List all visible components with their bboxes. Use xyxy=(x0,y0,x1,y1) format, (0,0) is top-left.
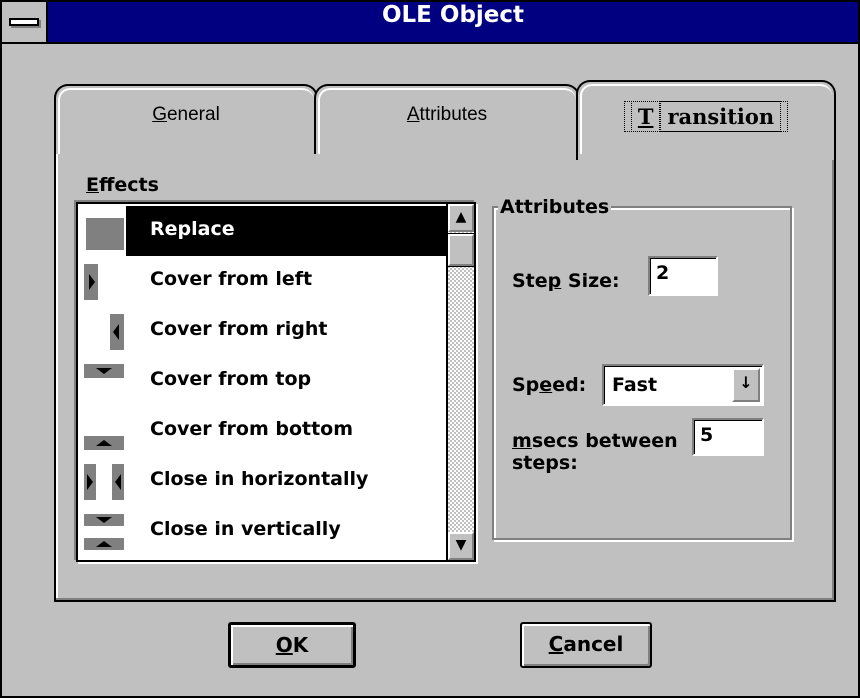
arrow-up-icon: ▲ xyxy=(455,209,467,225)
tab-attributes[interactable]: Attributes xyxy=(314,84,580,156)
attributes-group-title: Attributes xyxy=(498,196,612,218)
list-item[interactable]: Close in vertically xyxy=(78,506,448,556)
cover-left-icon xyxy=(84,264,124,300)
list-item[interactable]: Cover from left xyxy=(78,256,448,306)
step-size-label: Step Size: xyxy=(512,270,620,292)
scroll-thumb[interactable] xyxy=(447,233,475,267)
system-menu-icon xyxy=(9,18,39,26)
close-vertical-icon xyxy=(84,514,124,550)
ok-button[interactable]: OK xyxy=(228,622,356,668)
msecs-field[interactable]: 5 xyxy=(692,418,764,456)
title-bar: OLE Object xyxy=(2,2,858,44)
tab-transition[interactable]: Transition xyxy=(576,80,836,160)
speed-label: Speed: xyxy=(512,374,587,396)
list-item[interactable]: Replace xyxy=(126,206,448,256)
replace-icon xyxy=(84,216,124,250)
cover-top-icon xyxy=(84,364,124,400)
arrow-down-icon: ▼ xyxy=(455,537,467,553)
effects-label: Effects xyxy=(86,174,159,196)
effects-scrollbar[interactable]: ▲ ▼ xyxy=(446,204,475,560)
cover-right-icon xyxy=(84,314,124,350)
active-tab-gap xyxy=(580,154,834,160)
window-title: OLE Object xyxy=(381,2,525,28)
system-menu-button[interactable] xyxy=(2,2,48,42)
dropdown-arrow-icon[interactable]: ↓ xyxy=(732,368,760,402)
cover-bottom-icon xyxy=(84,414,124,450)
step-size-field[interactable]: 2 xyxy=(648,256,718,296)
list-item[interactable]: Close in horizontally xyxy=(78,456,448,506)
list-item[interactable]: Cover from right xyxy=(78,306,448,356)
msecs-label: msecs between xyxy=(512,430,678,452)
effects-listbox[interactable]: Replace Cover from left Cover from right… xyxy=(76,202,476,562)
list-item[interactable]: Cover from bottom xyxy=(78,406,448,456)
close-horizontal-icon xyxy=(84,464,124,500)
cancel-button[interactable]: Cancel xyxy=(520,622,652,668)
tab-general[interactable]: General xyxy=(54,84,318,156)
scroll-down-button[interactable]: ▼ xyxy=(448,532,474,560)
speed-dropdown[interactable]: Fast ↓ xyxy=(602,364,764,406)
speed-value: Fast xyxy=(612,374,658,396)
msecs-label-line2: steps: xyxy=(512,452,578,474)
scroll-up-button[interactable]: ▲ xyxy=(448,204,474,232)
list-item[interactable]: Cover from top xyxy=(78,356,448,406)
